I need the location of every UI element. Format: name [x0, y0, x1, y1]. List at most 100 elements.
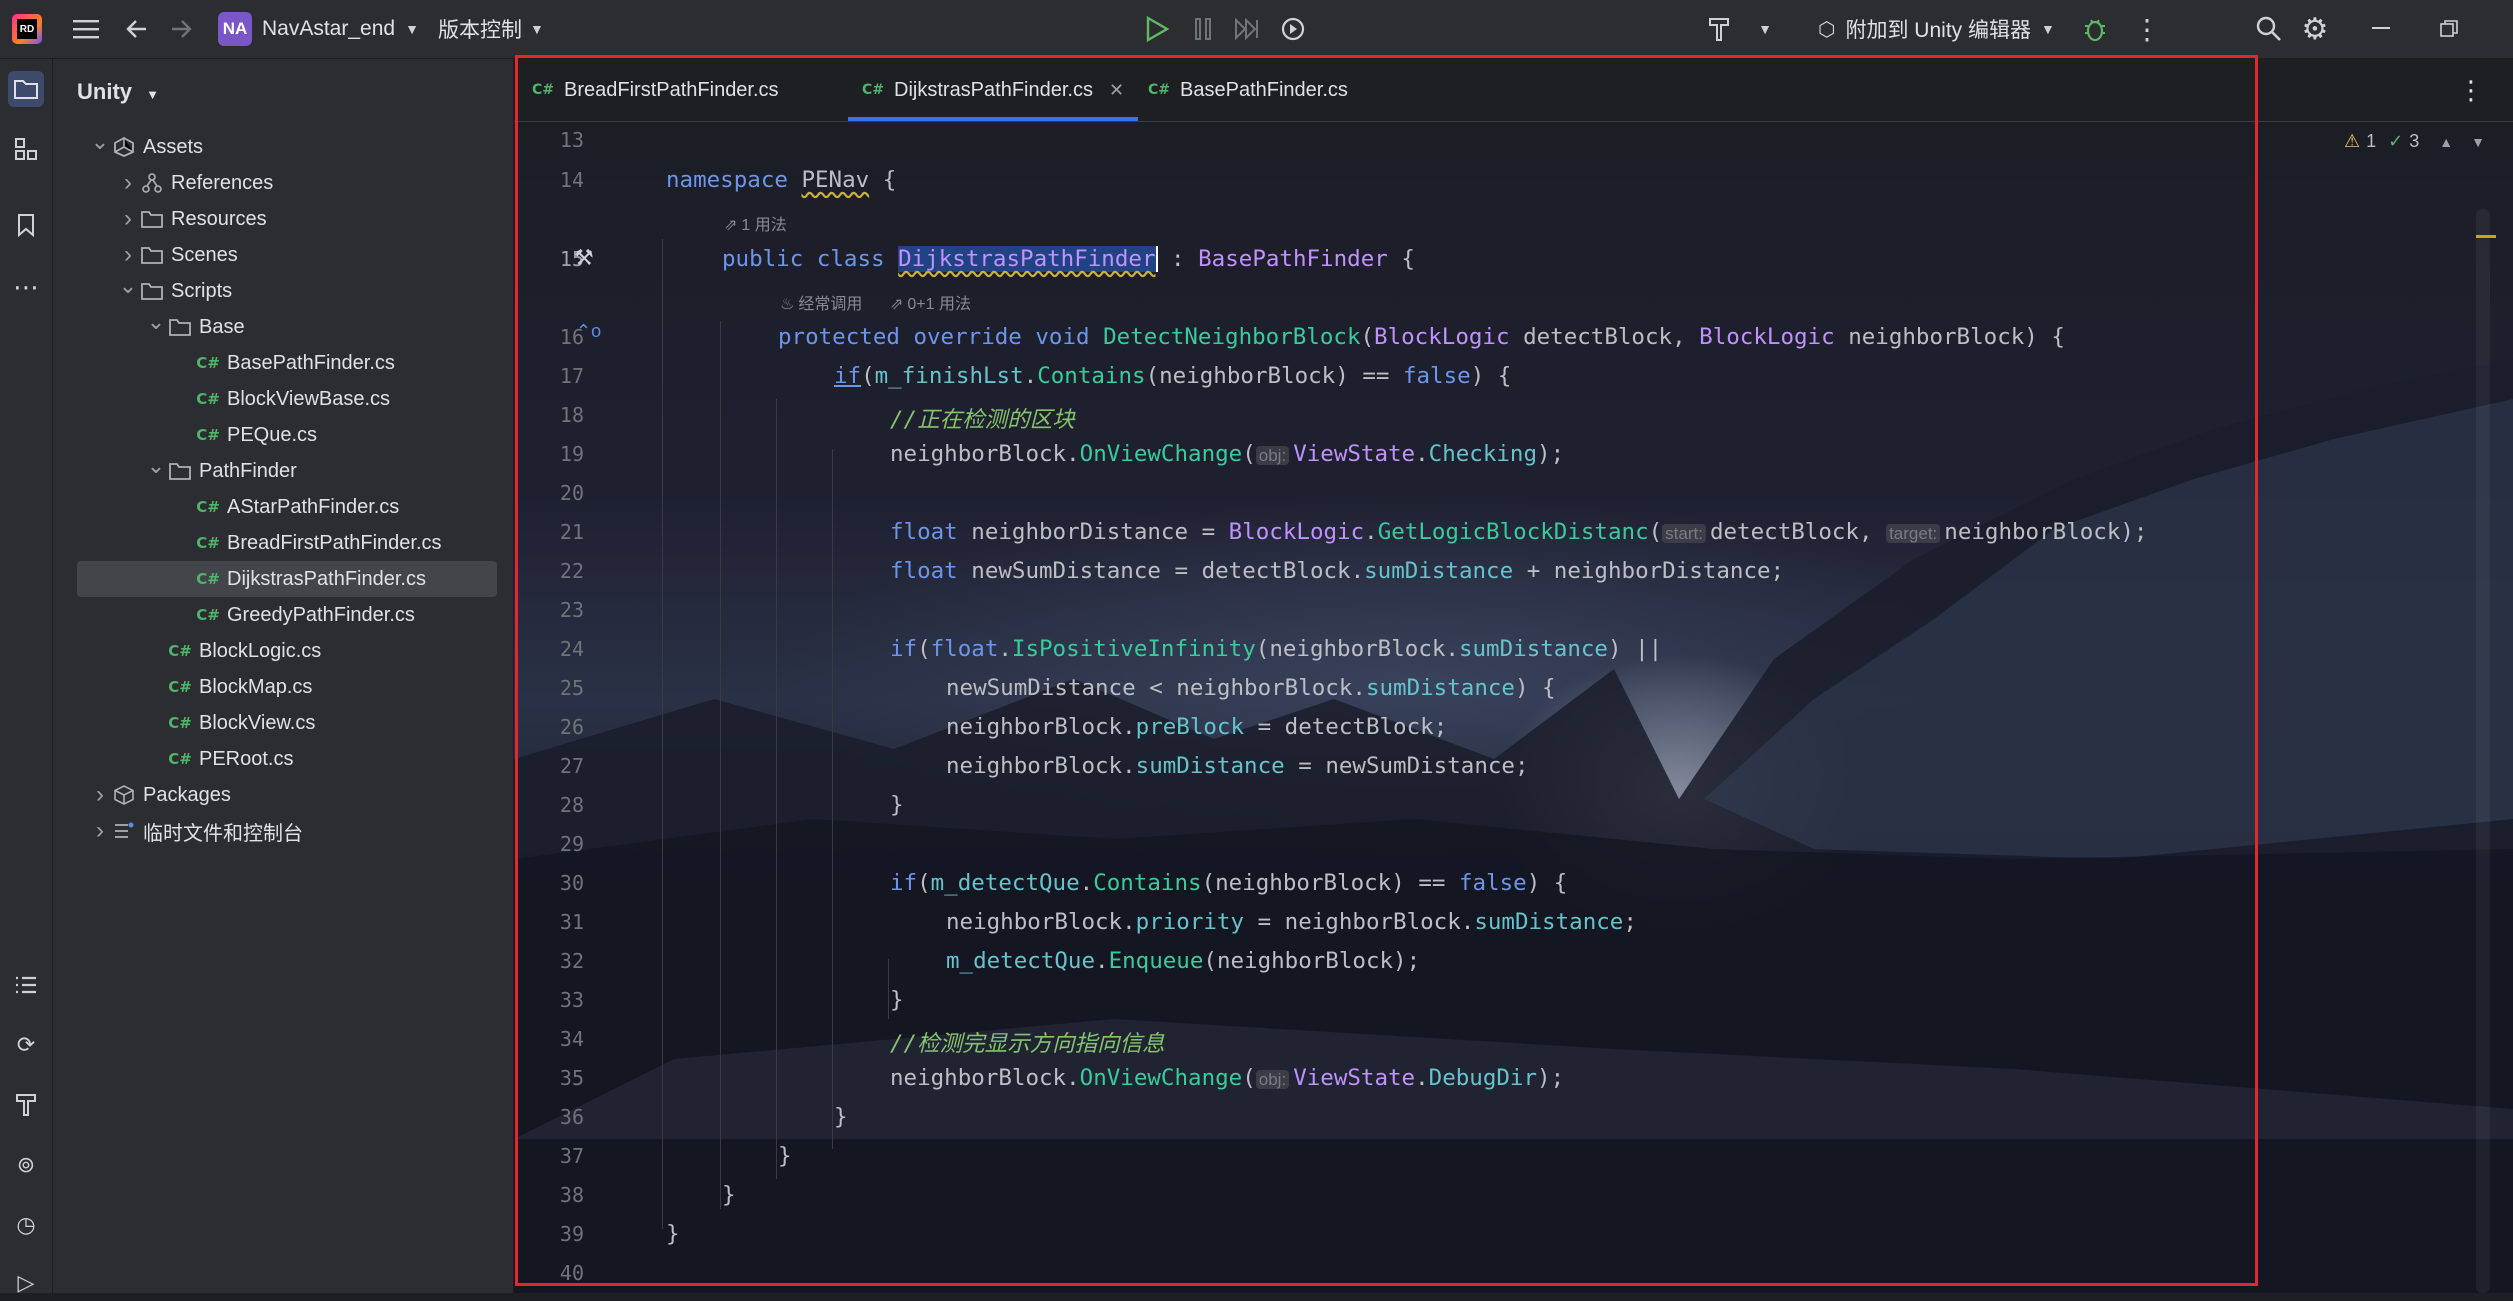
code-line[interactable]: newSumDistance < neighborBlock.sumDistan… — [946, 675, 1556, 701]
code-line[interactable]: float newSumDistance = detectBlock.sumDi… — [890, 558, 1784, 584]
unity-log-icon[interactable]: ⊚ — [8, 1147, 44, 1183]
more-horizontal-icon[interactable]: ⋯ — [8, 269, 44, 305]
editor-scrollbar[interactable] — [2476, 209, 2490, 1293]
code-line[interactable]: neighborBlock.sumDistance = newSumDistan… — [946, 753, 1529, 779]
tree-item[interactable]: › 临时文件和控制台 — [77, 813, 497, 849]
back-arrow-icon[interactable] — [122, 14, 152, 44]
code-line[interactable]: } — [890, 792, 904, 818]
code-line[interactable]: if(m_finishLst.Contains(neighborBlock) =… — [834, 363, 1511, 389]
argument: neighborBlock — [1215, 870, 1392, 896]
code-line[interactable]: } — [778, 1143, 792, 1169]
tree-item[interactable]: ⌄ Base — [77, 309, 497, 345]
inspection-widget[interactable]: ⚠ 1 ✓ 3 ▲ ▼ — [2344, 131, 2485, 152]
build-tool-icon[interactable] — [8, 1087, 44, 1123]
attach-unity-selector[interactable]: ⬡ 附加到 Unity 编辑器 ▼ — [1818, 12, 2055, 46]
project-view-selector[interactable]: Unity ▼ — [77, 79, 159, 105]
tree-item[interactable]: ⌄ Scripts — [77, 273, 497, 309]
code-line[interactable]: if(m_detectQue.Contains(neighborBlock) =… — [890, 870, 1567, 896]
step-icon[interactable] — [1230, 13, 1264, 45]
code-line[interactable]: } — [666, 1221, 680, 1247]
tree-item[interactable]: C# BlockView.cs — [77, 705, 497, 741]
restore-window-icon[interactable] — [2432, 13, 2466, 45]
code-line[interactable]: m_detectQue.Enqueue(neighborBlock); — [946, 948, 1420, 974]
close-icon[interactable]: ✕ — [1109, 80, 1124, 101]
bookmark-icon[interactable] — [8, 207, 44, 243]
tab-dijkstras[interactable]: C# DijkstrasPathFinder.cs ✕ — [848, 59, 1139, 121]
code-vision-hint[interactable]: ♨ 经常调用 — [780, 290, 862, 314]
main-menu-icon[interactable] — [70, 14, 102, 44]
rider-logo-icon[interactable]: RD — [12, 14, 42, 44]
run-tool-icon[interactable]: ▷ — [8, 1265, 44, 1301]
settings-gear-icon[interactable]: ⚙ — [2298, 13, 2332, 46]
vcs-menu[interactable]: 版本控制 ▼ — [438, 12, 544, 46]
code-line[interactable]: float neighborDistance = BlockLogic.GetL… — [890, 519, 2147, 545]
code-vision-hint[interactable]: ⇗ 1 用法 — [724, 211, 787, 235]
chevron-right-icon[interactable]: › — [89, 781, 111, 809]
services-icon[interactable]: ⟳ — [8, 1027, 44, 1063]
code-line[interactable]: public class DijkstrasPathFinder : BaseP… — [722, 246, 1415, 272]
pause-icon[interactable] — [1186, 13, 1220, 45]
code-line[interactable]: neighborBlock.priority = neighborBlock.s… — [946, 909, 1637, 935]
title-bar: RD NA NavAstar_end ▼ 版本控制 ▼ ▼ ⬡ 附加到 Unit… — [0, 0, 2513, 59]
search-icon[interactable] — [2252, 13, 2286, 45]
hammer-icon[interactable]: ⚒ — [574, 245, 594, 271]
tree-item[interactable]: ⌄ Assets — [77, 129, 497, 165]
code-line[interactable]: namespace PENav { — [666, 167, 896, 193]
code-line[interactable]: neighborBlock.OnViewChange(obj: ViewState… — [890, 1065, 1564, 1091]
chevron-right-icon[interactable]: › — [89, 817, 111, 845]
folder-icon[interactable] — [8, 71, 44, 107]
tab-basepathfinder[interactable]: C# BasePathFinder.cs — [1148, 59, 1348, 121]
csharp-file-icon: C# — [196, 498, 220, 516]
tree-item[interactable]: C# BasePathFinder.cs — [77, 345, 497, 381]
code-line[interactable]: } — [890, 987, 904, 1013]
chevron-down-icon[interactable]: ⌄ — [145, 309, 167, 335]
tree-item[interactable]: › References — [77, 165, 497, 201]
minimize-icon[interactable] — [2364, 13, 2398, 45]
tree-item[interactable]: C# AStarPathFinder.cs — [77, 489, 497, 525]
code-line[interactable]: protected override void DetectNeighborBl… — [778, 324, 2065, 350]
chevron-down-icon[interactable]: ⌄ — [89, 129, 111, 155]
tree-item[interactable]: C# GreedyPathFinder.cs — [77, 597, 497, 633]
chevron-right-icon[interactable]: › — [117, 241, 139, 269]
tree-item[interactable]: C# PERoot.cs — [77, 741, 497, 777]
chevron-down-icon[interactable]: ⌄ — [145, 453, 167, 479]
chevron-down-icon[interactable]: ▼ — [2471, 134, 2485, 150]
override-gutter-icon[interactable]: ⌃o — [576, 321, 601, 342]
chevron-up-icon[interactable]: ▲ — [2439, 134, 2453, 150]
tree-item[interactable]: › Resources — [77, 201, 497, 237]
project-selector[interactable]: NA NavAstar_end ▼ — [218, 12, 419, 46]
code-line[interactable]: if(float.IsPositiveInfinity(neighborBloc… — [890, 636, 1662, 662]
debug-icon[interactable] — [2078, 13, 2112, 45]
tree-item[interactable]: C# BlockViewBase.cs — [77, 381, 497, 417]
code-line[interactable]: neighborBlock.preBlock = detectBlock; — [946, 714, 1447, 740]
tree-item[interactable]: C# BlockMap.cs — [77, 669, 497, 705]
tree-item[interactable]: C# BreadFirstPathFinder.cs — [77, 525, 497, 561]
code-vision-hint[interactable]: ⇗ 0+1 用法 — [890, 290, 971, 314]
chevron-right-icon[interactable]: › — [117, 205, 139, 233]
build-icon[interactable] — [1702, 13, 1736, 45]
unity-play-icon[interactable] — [1276, 13, 1310, 45]
profiler-icon[interactable]: ◷ — [8, 1207, 44, 1243]
code-line[interactable]: //正在检测的区块 — [890, 402, 1075, 434]
tree-item[interactable]: › Scenes — [77, 237, 497, 273]
tree-item[interactable]: C# PEQue.cs — [77, 417, 497, 453]
tab-options-icon[interactable]: ⋮ — [2458, 59, 2484, 121]
code-line[interactable]: } — [834, 1104, 848, 1130]
chevron-right-icon[interactable]: › — [117, 169, 139, 197]
tab-breadfirst[interactable]: C# BreadFirstPathFinder.cs — [532, 59, 779, 121]
forward-arrow-icon[interactable] — [166, 14, 196, 44]
code-line[interactable]: } — [722, 1182, 736, 1208]
more-vertical-icon[interactable]: ⋮ — [2130, 13, 2164, 45]
chevron-down-icon[interactable]: ▼ — [1752, 13, 1778, 45]
todo-list-icon[interactable] — [8, 967, 44, 1003]
run-icon[interactable] — [1140, 13, 1174, 45]
tree-item[interactable]: ⌄ PathFinder — [77, 453, 497, 489]
tree-item[interactable]: C# BlockLogic.cs — [77, 633, 497, 669]
chevron-down-icon[interactable]: ⌄ — [117, 273, 139, 299]
code-line[interactable]: //检测完显示方向指向信息 — [890, 1026, 1165, 1058]
code-line[interactable]: neighborBlock.OnViewChange(obj: ViewState… — [890, 441, 1564, 467]
code-editor[interactable]: C# BreadFirstPathFinder.cs C# DijkstrasP… — [514, 59, 2513, 1293]
structure-icon[interactable] — [8, 131, 44, 167]
tree-item[interactable]: › Packages — [77, 777, 497, 813]
tree-item[interactable]: C# DijkstrasPathFinder.cs — [77, 561, 497, 597]
